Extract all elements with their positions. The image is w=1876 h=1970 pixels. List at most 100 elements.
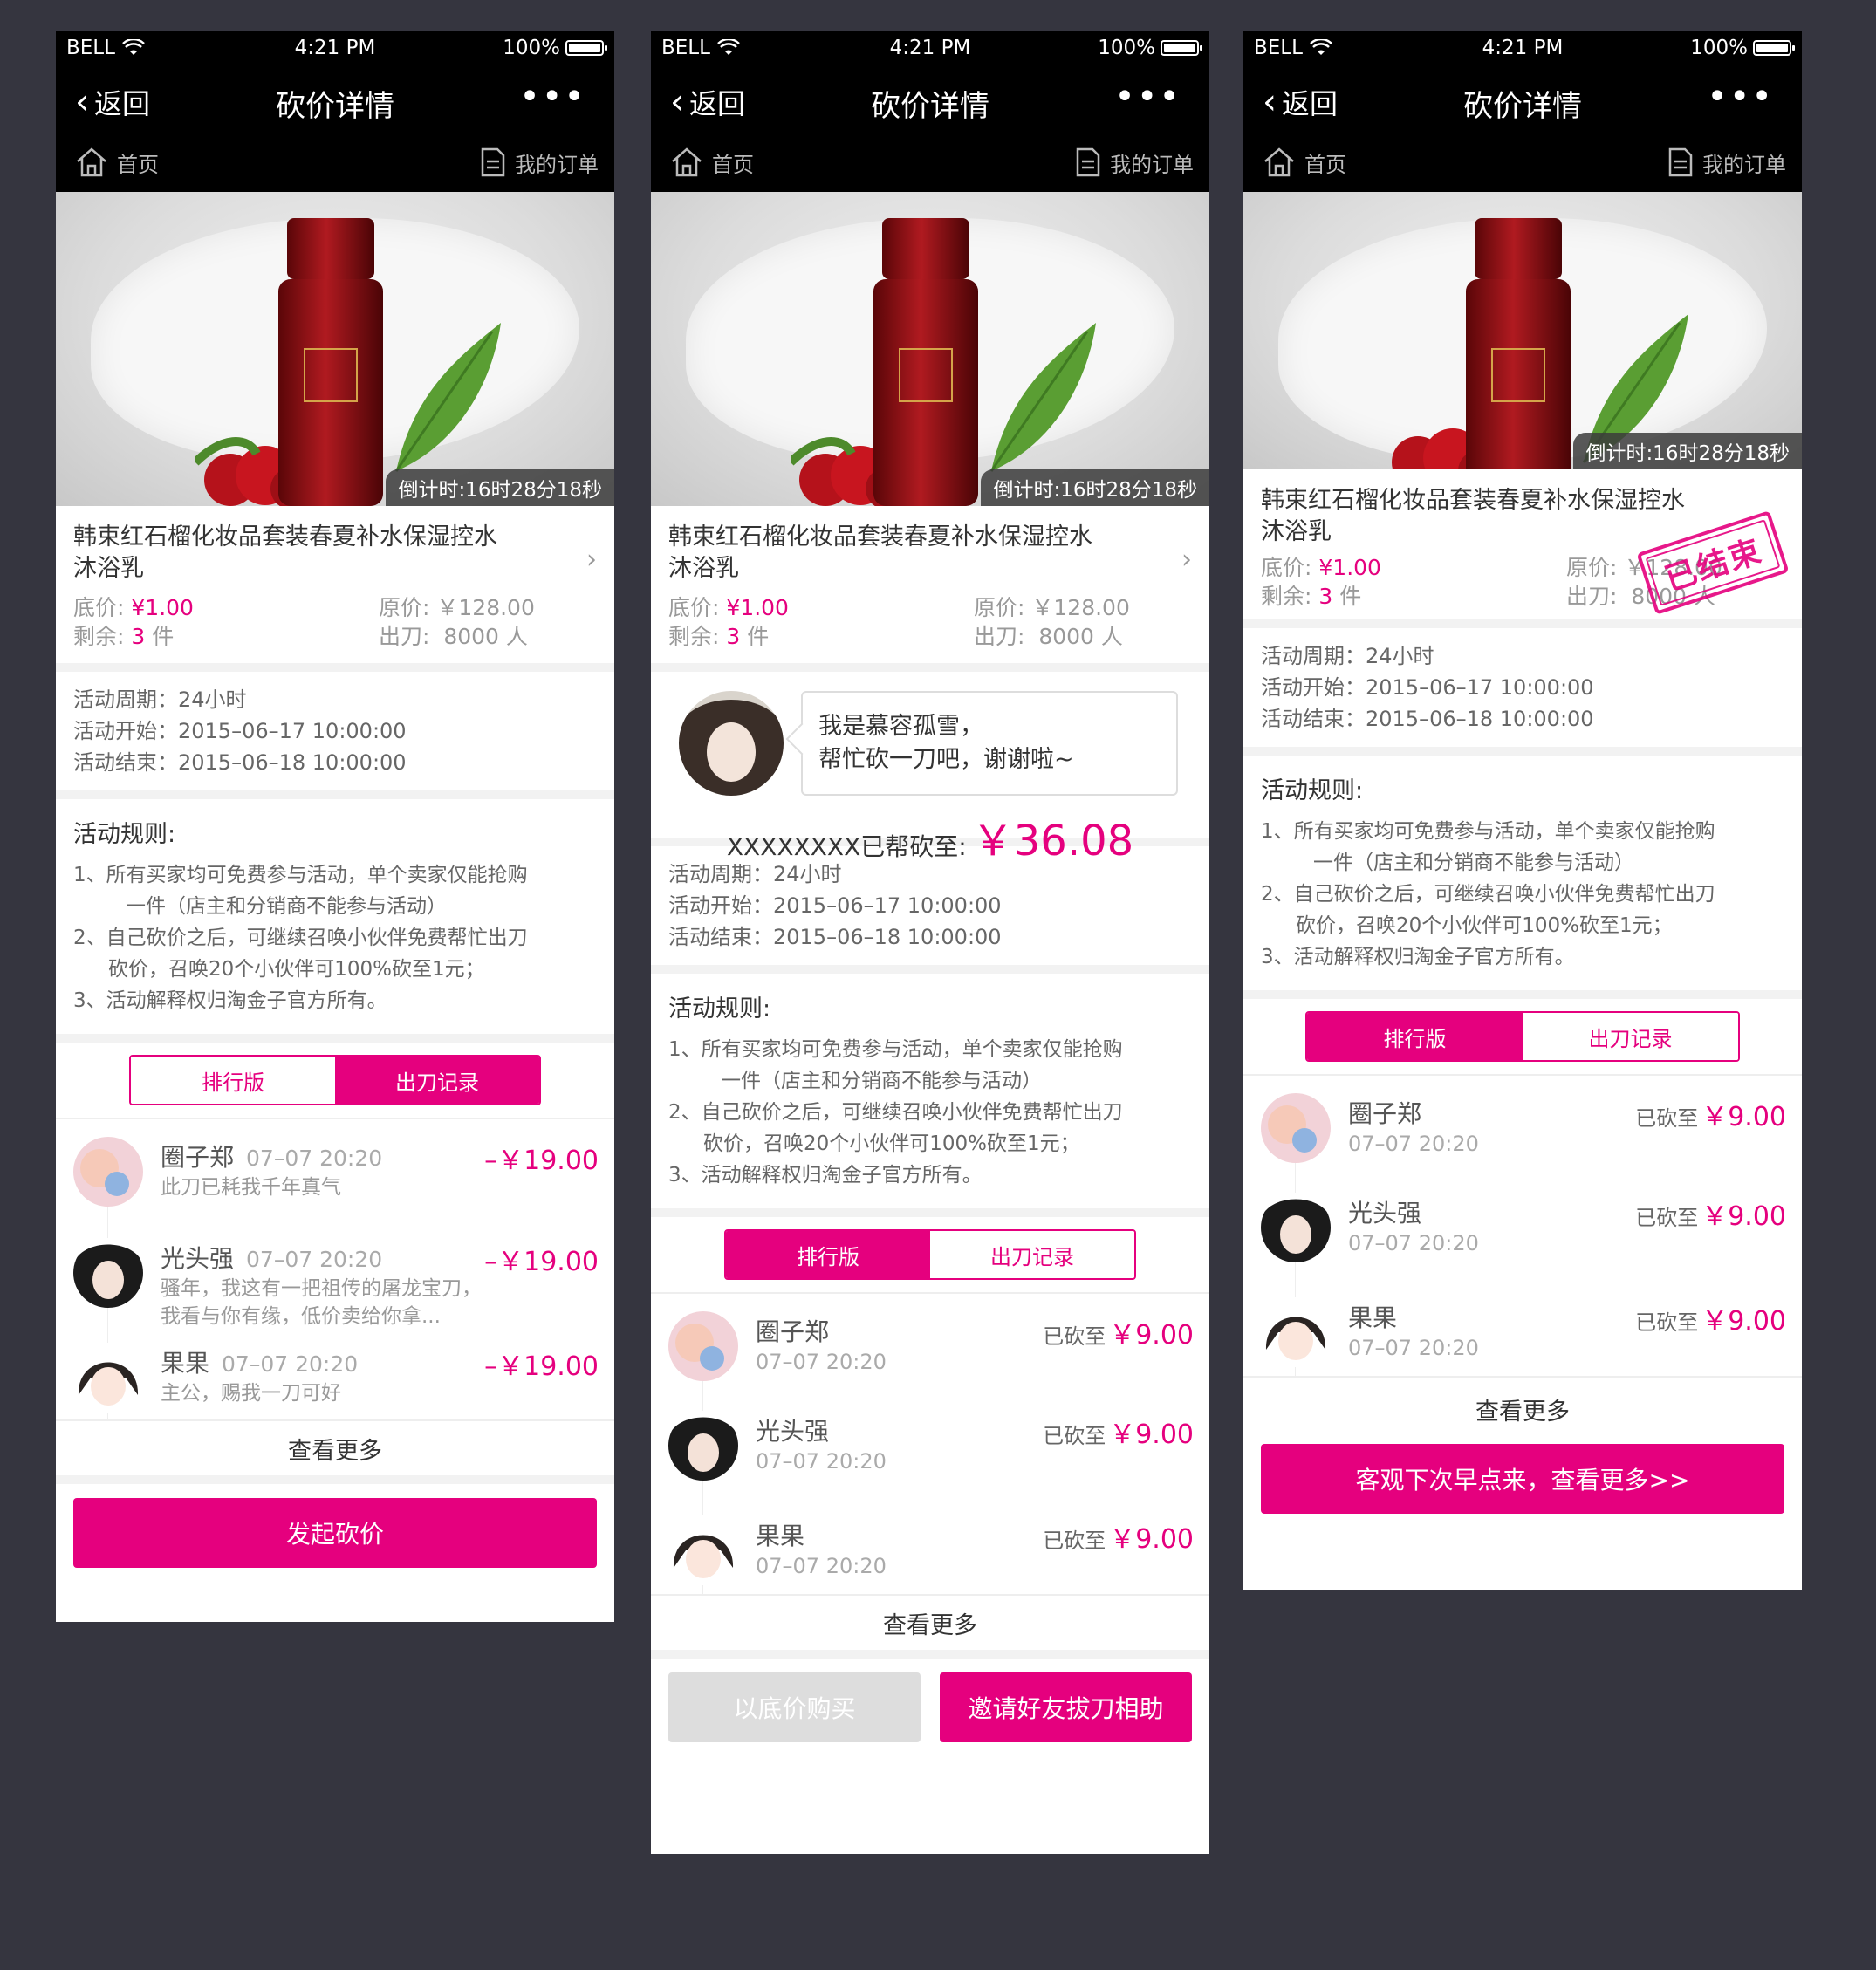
countdown-badge: 倒计时:16时28分18秒 (386, 469, 614, 506)
battery-icon (565, 40, 607, 56)
activity-period: 活动周期：24小时 活动开始：2015–06–17 10:00:00 活动结束：20… (56, 672, 614, 799)
document-icon (1076, 147, 1100, 177)
avatar (668, 1411, 738, 1481)
avatar (668, 1515, 738, 1585)
tab-group: 排行版 出刀记录 (724, 1229, 1136, 1280)
activity-rules: 活动规则: 1、所有买家均可免费参与活动，单个卖家仅能抢购 一件（店主和分销商不能… (1243, 756, 1802, 999)
avatar (73, 1238, 143, 1308)
base-price: ¥1.00 (131, 595, 194, 620)
remaining-count: 3 (726, 624, 741, 649)
leaf-decoration (394, 323, 501, 472)
countdown-badge: 倒计时:16时28分18秒 (981, 469, 1209, 506)
home-link[interactable]: 首页 (1263, 147, 1346, 178)
battery-icon (1161, 40, 1202, 56)
product-bottle (873, 218, 978, 506)
chevron-right-icon[interactable]: › (586, 544, 597, 575)
leaf-decoration (989, 323, 1096, 472)
my-orders-link[interactable]: 我的订单 (1075, 147, 1194, 178)
tab-records[interactable]: 出刀记录 (1523, 1013, 1738, 1060)
document-icon (1668, 147, 1693, 177)
screen-help-bargain: BELL 4:21 PM 100% ‹ 返回 砍价详情 ••• 首页 我的订单 倒… (651, 31, 1209, 1854)
buy-at-base-price-button[interactable]: 以底价购买 (668, 1672, 921, 1742)
tab-rank[interactable]: 排行版 (1307, 1013, 1523, 1060)
nav-bar: ‹ 返回 砍价详情 ••• (651, 66, 1209, 136)
list-item[interactable]: 圈子郑 07–07 20:20 已砍至 ￥9.00 (1243, 1076, 1802, 1175)
status-bar: BELL 4:21 PM 100% (56, 31, 614, 66)
more-icon[interactable]: ••• (1114, 79, 1181, 114)
view-more-button[interactable]: 查看更多 (651, 1594, 1209, 1659)
product-name: 韩束红石榴化妆品套装春夏补水保湿控水 沐浴乳 (1261, 487, 1685, 545)
price-grid: 底价: ¥1.00 原价: ￥128.00 剩余: 3 件 出刀: 8000 人 (73, 595, 535, 649)
screen-start-bargain: BELL 4:21 PM 100% ‹ 返回 砍价详情 ••• 首页 我的订单 倒… (56, 31, 614, 1622)
cut-count: 8000 人 (443, 624, 528, 649)
screen-ended: BELL 4:21 PM 100% ‹ 返回 砍价详情 ••• 首页 我的订单 倒… (1243, 31, 1802, 1590)
document-icon (481, 147, 505, 177)
chevron-right-icon[interactable]: › (1181, 544, 1192, 575)
remaining-count: 3 (1318, 584, 1333, 609)
tab-records[interactable]: 出刀记录 (930, 1231, 1134, 1278)
cut-count: 8000 人 (1038, 624, 1123, 649)
activity-rules: 活动规则: 1、所有买家均可免费参与活动，单个卖家仅能抢购 一件（店主和分销商不能… (651, 974, 1209, 1217)
avatar (1261, 1193, 1331, 1262)
product-image[interactable]: 倒计时:16时28分18秒 (56, 192, 614, 506)
battery-percent: 100% (1690, 37, 1748, 59)
tab-rank[interactable]: 排行版 (726, 1231, 930, 1278)
countdown-badge: 倒计时:16时28分18秒 (1573, 433, 1802, 469)
tab-records[interactable]: 出刀记录 (335, 1057, 539, 1104)
cut-records-list: 圈子郑 07–07 20:20 此刀已耗我千年真气 –￥19.00 光头强 07–0… (56, 1119, 614, 1419)
helped-cut-text: XXXXXXXX已帮砍至: ￥36.08 (726, 817, 1134, 865)
home-icon (672, 147, 702, 177)
product-info[interactable]: 韩束红石榴化妆品套装春夏补水保湿控水 沐浴乳 › 底价: ¥1.00 原价: ￥1… (56, 506, 614, 672)
home-icon (77, 147, 106, 177)
sub-nav: 首页 我的订单 (651, 136, 1209, 192)
product-info[interactable]: 韩束红石榴化妆品套装春夏补水保湿控水 沐浴乳 › 底价: ¥1.00 原价: ￥1… (651, 506, 1209, 672)
avatar (73, 1137, 143, 1207)
product-bottle (1466, 218, 1571, 469)
helper-message: 我是慕容孤雪， 帮忙砍一刀吧，谢谢啦~ XXXXXXXX已帮砍至: ￥36.08 (651, 672, 1209, 865)
list-item[interactable]: 光头强 07–07 20:20 已砍至 ￥9.00 (1243, 1175, 1802, 1280)
nav-bar: ‹ 返回 砍价详情 ••• (56, 66, 614, 136)
list-item[interactable]: 果果 07–07 20:20 主公，赐我一刀可好 –￥19.00 (56, 1325, 614, 1419)
product-image[interactable]: 倒计时:16时28分18秒 (1243, 192, 1802, 469)
base-price: ¥1.00 (1318, 555, 1381, 580)
status-bar: BELL 4:21 PM 100% (651, 31, 1209, 66)
list-item[interactable]: 果果 07–07 20:20 已砍至 ￥9.00 (651, 1498, 1209, 1594)
product-bottle (278, 218, 383, 506)
start-bargain-button[interactable]: 发起砍价 (73, 1498, 597, 1568)
speech-bubble: 我是慕容孤雪， 帮忙砍一刀吧，谢谢啦~ (801, 691, 1178, 796)
my-orders-link[interactable]: 我的订单 (480, 147, 599, 178)
original-price: ￥128.00 (1031, 595, 1130, 620)
my-orders-link[interactable]: 我的订单 (1667, 147, 1786, 178)
list-item[interactable]: 圈子郑 07–07 20:20 已砍至 ￥9.00 (651, 1294, 1209, 1393)
view-more-next-time-button[interactable]: 客观下次早点来，查看更多>> (1261, 1444, 1784, 1514)
view-more-button[interactable]: 查看更多 (1243, 1376, 1802, 1440)
avatar (73, 1343, 143, 1413)
view-more-button[interactable]: 查看更多 (56, 1419, 614, 1484)
product-name: 韩束红石榴化妆品套装春夏补水保湿控水 沐浴乳 (73, 523, 497, 582)
battery-percent: 100% (1098, 37, 1155, 59)
more-icon[interactable]: ••• (1707, 79, 1774, 114)
invite-friends-button[interactable]: 邀请好友拔刀相助 (940, 1672, 1192, 1742)
product-image[interactable]: 倒计时:16时28分18秒 (651, 192, 1209, 506)
rank-list: 圈子郑 07–07 20:20 已砍至 ￥9.00 光头强 07–07 20:20… (1243, 1076, 1802, 1376)
product-name: 韩束红石榴化妆品套装春夏补水保湿控水 沐浴乳 (668, 523, 1092, 582)
list-item[interactable]: 圈子郑 07–07 20:20 此刀已耗我千年真气 –￥19.00 (56, 1119, 614, 1221)
avatar (668, 1311, 738, 1381)
more-icon[interactable]: ••• (519, 79, 586, 114)
list-item[interactable]: 光头强 07–07 20:20 骚年，我这有一把祖传的屠龙宝刀，我看与你有缘，低价… (56, 1221, 614, 1328)
home-link[interactable]: 首页 (670, 147, 754, 178)
tab-rank[interactable]: 排行版 (131, 1057, 335, 1104)
avatar (679, 691, 784, 796)
battery-percent: 100% (503, 37, 560, 59)
original-price: ￥128.00 (436, 595, 535, 620)
home-link[interactable]: 首页 (75, 147, 159, 178)
list-item[interactable]: 果果 07–07 20:20 已砍至 ￥9.00 (1243, 1280, 1802, 1376)
tab-group: 排行版 出刀记录 (129, 1055, 541, 1105)
avatar (1261, 1297, 1331, 1367)
status-bar: BELL 4:21 PM 100% (1243, 31, 1802, 66)
helped-cut-amount: ￥36.08 (971, 817, 1134, 865)
list-item[interactable]: 光头强 07–07 20:20 已砍至 ￥9.00 (651, 1393, 1209, 1498)
tab-group: 排行版 出刀记录 (1305, 1011, 1740, 1062)
sub-nav: 首页 我的订单 (56, 136, 614, 192)
nav-bar: ‹ 返回 砍价详情 ••• (1243, 66, 1802, 136)
